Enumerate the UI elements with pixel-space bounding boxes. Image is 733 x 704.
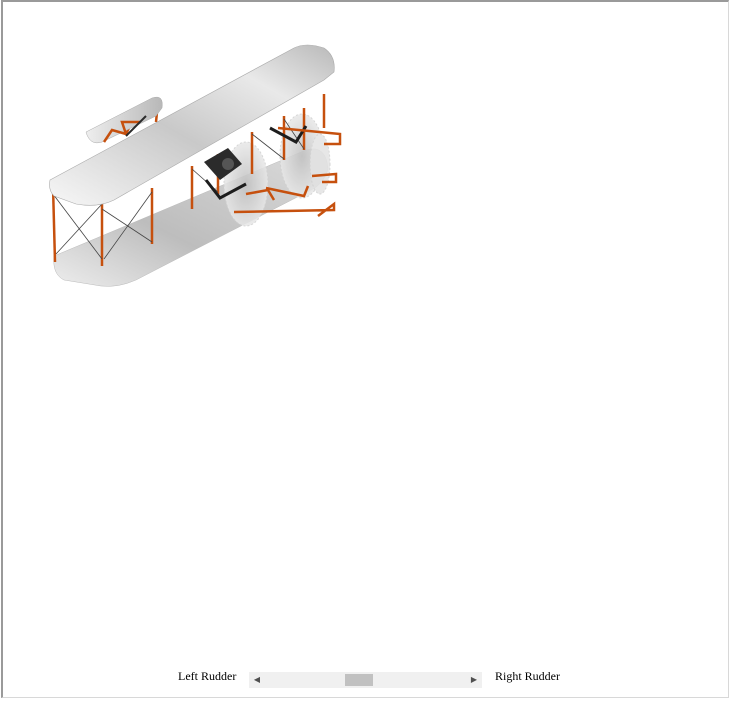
left-rudder-label: Left Rudder [178, 669, 237, 683]
rudder-slider[interactable]: ◀ ▶ [249, 672, 482, 688]
rudder-controls: Left Rudder ◀ ▶ Right Rudder [0, 668, 733, 692]
applet-frame [1, 0, 729, 698]
scroll-right-arrow-icon[interactable]: ▶ [466, 672, 482, 688]
scroll-left-arrow-icon[interactable]: ◀ [249, 672, 265, 688]
right-rudder-label: Right Rudder [495, 669, 560, 683]
biplane-model-render [49, 44, 342, 287]
rudder-slider-thumb[interactable] [344, 674, 373, 686]
3d-viewport[interactable] [6, 4, 731, 654]
